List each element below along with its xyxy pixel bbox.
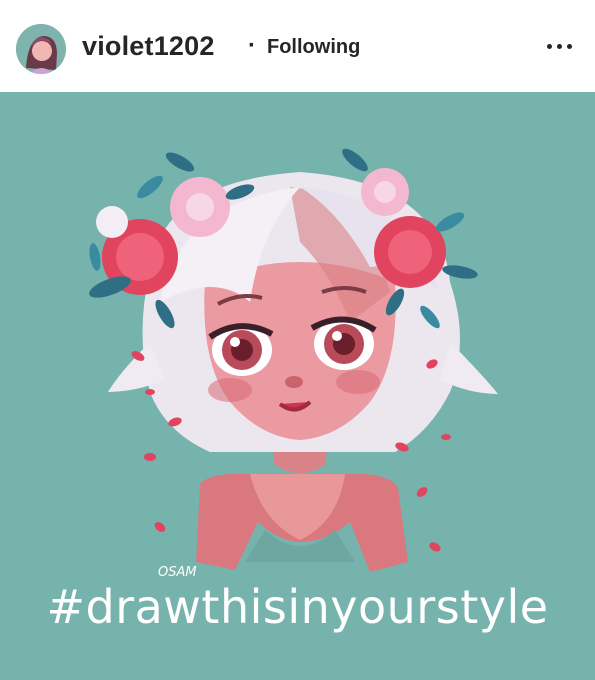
cheek-left <box>208 378 252 402</box>
post-caption-hashtag: #drawthisinyourstyle <box>46 580 549 634</box>
user-avatar-icon <box>16 24 66 74</box>
user-avatar[interactable] <box>16 24 66 74</box>
post-image: OSAM #drawthisinyourstyle <box>0 92 595 680</box>
artist-signature: OSAM <box>158 565 197 580</box>
username-link[interactable]: violet1202 <box>82 31 215 62</box>
more-options-icon[interactable] <box>544 30 576 60</box>
follow-status-button[interactable]: Following <box>267 36 360 59</box>
cheek-right <box>336 370 380 394</box>
torso <box>196 473 408 572</box>
header-separator: · <box>248 32 256 59</box>
nose <box>285 376 303 388</box>
post-header: violet1202 · Following <box>0 0 595 92</box>
